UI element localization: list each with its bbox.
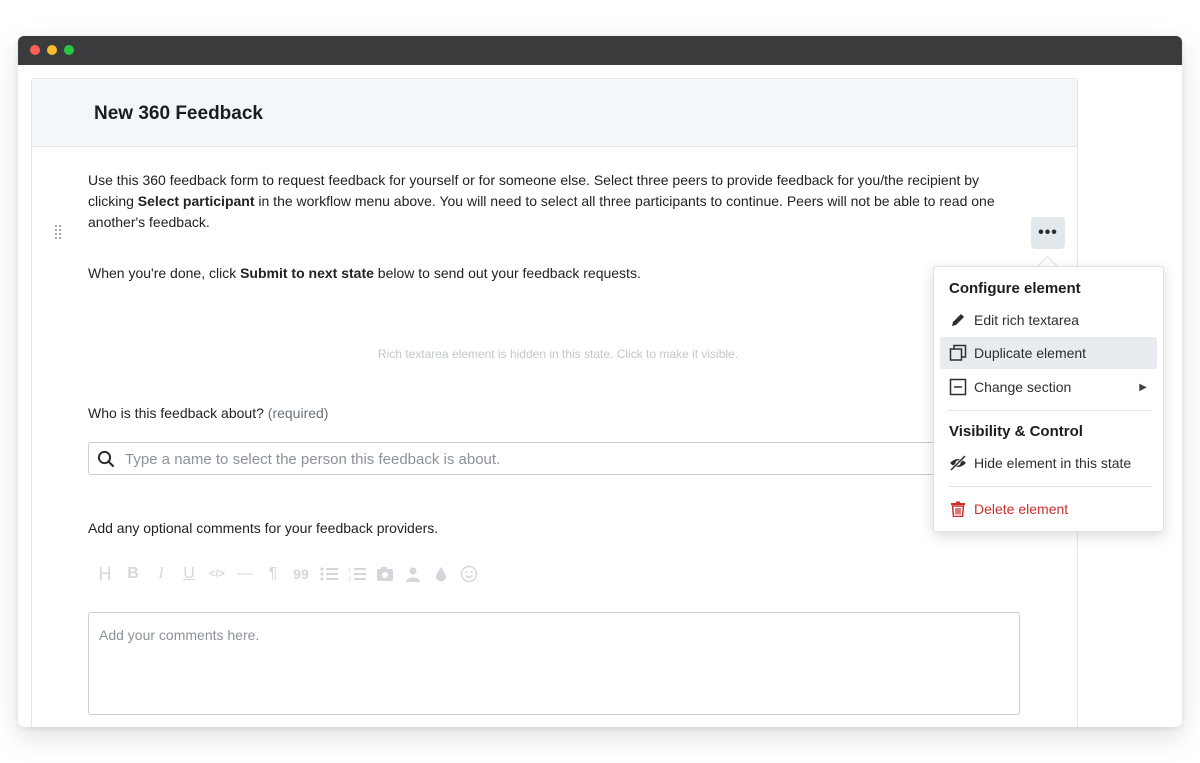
person-icon[interactable] xyxy=(402,563,424,585)
drag-handle-icon[interactable] xyxy=(54,224,64,244)
rich-text-toolbar: H B I U </> — ¶ 99 12 xyxy=(94,562,486,586)
underline-icon[interactable]: U xyxy=(178,563,200,585)
intro-text-part: below to send out your feedback requests… xyxy=(373,265,641,281)
question-label: Who is this feedback about? (required) xyxy=(88,405,328,421)
image-icon[interactable] xyxy=(374,563,396,585)
menu-item-label: Edit rich textarea xyxy=(974,312,1080,328)
menu-heading-configure: Configure element xyxy=(949,280,1081,297)
element-options-menu: Configure element Edit rich textarea Dup… xyxy=(933,266,1164,532)
maximize-window-button[interactable] xyxy=(64,45,74,55)
intro-text-part: When you're done, click xyxy=(88,265,241,281)
browser-window: New 360 Feedback Use this 360 feedback f… xyxy=(18,36,1182,727)
pencil-icon xyxy=(948,310,968,330)
submenu-caret-icon: ▶ xyxy=(1139,381,1147,393)
menu-item-label: Delete element xyxy=(974,501,1069,517)
menu-divider xyxy=(948,410,1152,411)
comments-textarea[interactable] xyxy=(89,613,1019,714)
comments-label: Add any optional comments for your feedb… xyxy=(88,520,439,536)
menu-item-label: Hide element in this state xyxy=(974,455,1132,471)
duplicate-icon xyxy=(948,343,968,363)
intro-bold-submit: Submit to next state xyxy=(240,265,374,281)
page-title: New 360 Feedback xyxy=(94,103,263,124)
person-search-field[interactable] xyxy=(88,442,948,476)
intro-text[interactable]: Use this 360 feedback form to request fe… xyxy=(88,170,1028,233)
person-search-input[interactable] xyxy=(123,443,927,476)
menu-item-duplicate-element[interactable]: Duplicate element xyxy=(940,337,1157,369)
section-icon xyxy=(948,377,968,397)
hidden-element-placeholder[interactable]: Rich textarea element is hidden in this … xyxy=(88,347,1028,361)
italic-icon[interactable]: I xyxy=(150,563,172,585)
paragraph-icon[interactable]: ¶ xyxy=(262,563,284,585)
required-indicator: (required) xyxy=(267,405,329,421)
window-titlebar xyxy=(18,36,1182,65)
intro-bold-select-participant: Select participant xyxy=(137,193,255,209)
numbered-list-icon[interactable]: 12 xyxy=(346,563,368,585)
form-header: New 360 Feedback xyxy=(32,79,1077,147)
code-icon[interactable]: </> xyxy=(206,563,228,585)
bold-icon[interactable]: B xyxy=(122,563,144,585)
close-window-button[interactable] xyxy=(30,45,40,55)
color-drop-icon[interactable] xyxy=(430,563,452,585)
menu-item-label: Change section xyxy=(974,379,1072,395)
menu-item-edit-rich-textarea[interactable]: Edit rich textarea xyxy=(940,304,1157,336)
quote-icon[interactable]: 99 xyxy=(290,563,312,585)
search-icon xyxy=(97,450,115,468)
svg-text:1: 1 xyxy=(348,568,352,574)
horizontal-rule-icon[interactable]: — xyxy=(234,563,256,585)
menu-divider xyxy=(948,486,1152,487)
eye-slash-icon xyxy=(948,453,968,473)
comments-box[interactable] xyxy=(88,612,1020,715)
element-options-button[interactable]: ••• xyxy=(1031,217,1065,249)
svg-text:2: 2 xyxy=(348,577,352,582)
menu-item-label: Duplicate element xyxy=(974,345,1087,361)
menu-heading-visibility: Visibility & Control xyxy=(949,423,1083,440)
bullet-list-icon[interactable] xyxy=(318,563,340,585)
trash-icon xyxy=(948,499,968,519)
menu-item-delete-element[interactable]: Delete element xyxy=(940,493,1157,525)
menu-item-hide-element[interactable]: Hide element in this state xyxy=(940,447,1157,479)
heading-icon[interactable]: H xyxy=(94,563,116,585)
intro-text-submit[interactable]: When you're done, click Submit to next s… xyxy=(88,263,988,284)
emoji-icon[interactable] xyxy=(458,563,480,585)
question-label-text: Who is this feedback about? xyxy=(88,405,264,421)
minimize-window-button[interactable] xyxy=(47,45,57,55)
menu-item-change-section[interactable]: Change section ▶ xyxy=(940,371,1157,403)
